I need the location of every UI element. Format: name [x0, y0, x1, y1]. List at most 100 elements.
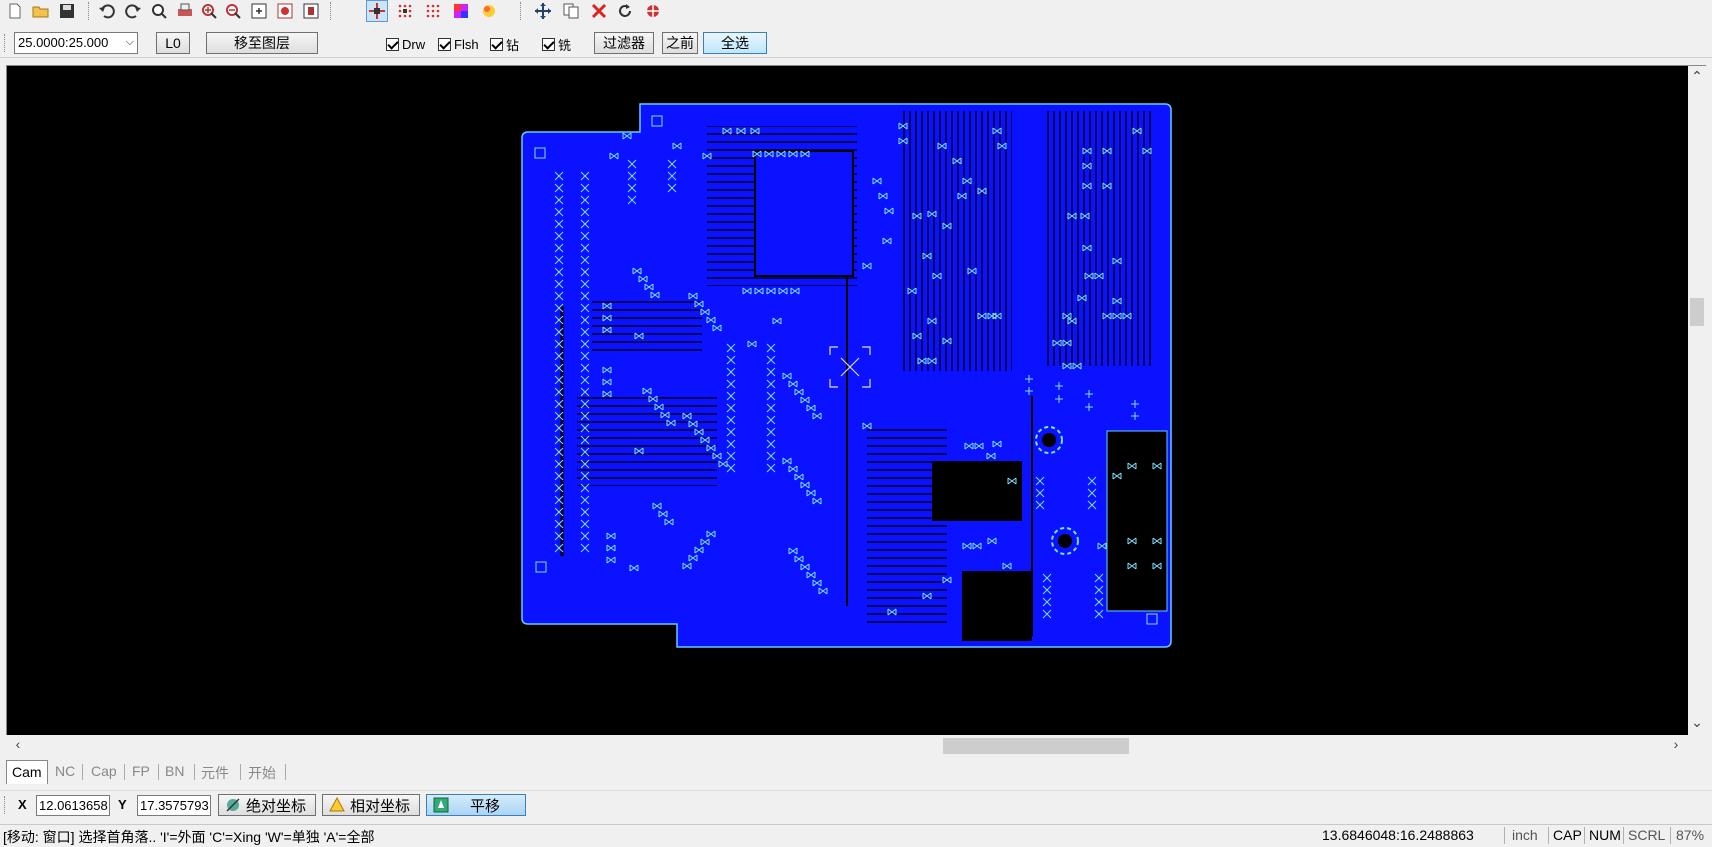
checkbox-box: [386, 37, 399, 51]
layers-icon[interactable]: [478, 0, 500, 22]
snap-icon[interactable]: [366, 0, 388, 22]
ground-pour: [932, 461, 1022, 521]
tab-components[interactable]: 元件: [196, 760, 234, 784]
save-icon[interactable]: [56, 0, 78, 22]
copy-icon[interactable]: [560, 0, 582, 22]
tab-nc[interactable]: NC: [50, 760, 80, 784]
coordinate-toolbar: X 12.0613658 Y 17.3575793 绝对坐标 相对坐标 平移: [0, 790, 1712, 818]
zoom-next-icon[interactable]: [300, 0, 322, 22]
vertical-scroll-thumb[interactable]: [1690, 298, 1704, 326]
delete-icon[interactable]: [588, 0, 610, 22]
toolbar-separator: [520, 2, 524, 20]
x-coordinate-input[interactable]: 12.0613658: [36, 795, 110, 816]
horizontal-scroll-thumb[interactable]: [943, 738, 1129, 754]
zoom-window-icon[interactable]: [148, 0, 170, 22]
flash-checkbox[interactable]: Flsh: [438, 34, 479, 54]
tab-cap[interactable]: Cap: [86, 760, 122, 784]
relative-coordinates-label: 相对坐标: [350, 797, 411, 815]
toolbar-separator: [330, 2, 334, 20]
checkbox-box: [542, 37, 555, 51]
status-separator: [1670, 827, 1671, 844]
status-separator: [1623, 827, 1624, 844]
new-file-icon[interactable]: [4, 0, 26, 22]
ground-pour: [962, 571, 1032, 641]
horizontal-scrollbar[interactable]: ‹ ›: [7, 735, 1688, 755]
rotate-icon[interactable]: [614, 0, 636, 22]
scroll-up-icon[interactable]: ⌃: [1688, 68, 1706, 85]
tab-separator: [285, 764, 286, 780]
tab-separator: [158, 764, 159, 780]
absolute-coord-icon: [226, 798, 240, 812]
draw-checkbox[interactable]: Drw: [386, 34, 425, 54]
draw-checkbox-label: Drw: [402, 36, 426, 52]
scale-combobox[interactable]: 25.0000:25.000 ⌵: [14, 32, 138, 54]
zoom-prev-icon[interactable]: [274, 0, 296, 22]
color-icon[interactable]: [450, 0, 472, 22]
mirror-icon[interactable]: [642, 0, 664, 22]
previous-button[interactable]: 之前: [662, 32, 698, 54]
num-lock-indicator: NUM: [1589, 827, 1621, 843]
status-bar: [移动: 窗口] 选择首角落.. 'I'=外面 'C'=Xing 'W'=单独 …: [0, 824, 1712, 845]
toolbar-grip: [4, 34, 8, 52]
status-message: [移动: 窗口] 选择首角落.. 'I'=外面 'C'=Xing 'W'=单独 …: [3, 829, 375, 845]
tab-fp[interactable]: FP: [127, 760, 155, 784]
undo-icon[interactable]: [96, 0, 118, 22]
vertical-scrollbar[interactable]: ⌃ ⌄: [1688, 66, 1706, 735]
absolute-coordinates-button[interactable]: 绝对坐标: [218, 794, 316, 816]
tab-separator: [82, 764, 83, 780]
move-icon[interactable]: [532, 0, 554, 22]
open-folder-icon[interactable]: [30, 0, 52, 22]
scroll-down-icon[interactable]: ⌄: [1688, 714, 1706, 731]
status-separator: [1548, 827, 1549, 844]
layer-button[interactable]: L0: [156, 32, 190, 54]
caps-lock-indicator: CAP: [1553, 827, 1582, 843]
zoom-indicator: 87%: [1676, 827, 1705, 843]
y-label: Y: [118, 797, 127, 812]
mill-checkbox[interactable]: 铣: [542, 34, 571, 54]
pan-button[interactable]: 平移: [426, 794, 526, 816]
chevron-down-icon: ⌵: [125, 36, 134, 48]
zoom-fit-icon[interactable]: [248, 0, 270, 22]
pcb-canvas[interactable]: [7, 66, 1688, 735]
status-separator: [1584, 827, 1585, 844]
ground-pour: [1106, 430, 1168, 612]
move-to-layer-button[interactable]: 移至图层: [206, 32, 318, 54]
mill-checkbox-label: 铣: [558, 37, 572, 53]
checkbox-box: [490, 37, 503, 51]
unit-indicator: inch: [1512, 827, 1538, 843]
zoom-in-icon[interactable]: [198, 0, 220, 22]
status-separator: [1504, 827, 1505, 844]
drill-checkbox[interactable]: 钻: [490, 34, 519, 54]
y-coordinate-input[interactable]: 17.3575793: [137, 795, 211, 816]
ic-footprint: [754, 150, 854, 277]
drill-checkbox-label: 钻: [506, 37, 520, 53]
tab-separator: [124, 764, 125, 780]
grid-icon[interactable]: [394, 0, 416, 22]
tab-cam[interactable]: Cam: [6, 760, 48, 784]
tab-bn[interactable]: BN: [160, 760, 189, 784]
tab-separator: [194, 764, 195, 780]
select-all-button[interactable]: 全选: [703, 32, 767, 54]
pan-icon: [433, 797, 449, 813]
grid-dots-icon[interactable]: [422, 0, 444, 22]
toolbar-separator: [88, 2, 92, 20]
tab-start[interactable]: 开始: [243, 760, 281, 784]
trace-area: [867, 426, 947, 626]
tab-separator: [240, 764, 241, 780]
edit-toolbar: 25.0000:25.000 ⌵ L0 移至图层 Drw Flsh 钻 铣 过滤…: [0, 28, 1712, 58]
print-icon[interactable]: [174, 0, 196, 22]
relative-coordinates-button[interactable]: 相对坐标: [322, 794, 420, 816]
pcb-view: [521, 103, 1172, 648]
relative-coord-icon: [329, 796, 345, 812]
scroll-lock-indicator: SCRL: [1628, 827, 1666, 843]
zoom-out-icon[interactable]: [222, 0, 244, 22]
trace-area: [902, 111, 1012, 371]
redo-icon[interactable]: [122, 0, 144, 22]
pan-label: 平移: [470, 797, 501, 815]
x-label: X: [18, 797, 27, 812]
scale-value: 25.0000:25.000: [18, 35, 109, 50]
scroll-left-icon[interactable]: ‹: [9, 736, 27, 752]
filter-button[interactable]: 过滤器: [594, 32, 654, 54]
scroll-right-icon[interactable]: ›: [1667, 736, 1685, 752]
mode-tabs: Cam NC Cap FP BN 元件 开始: [0, 760, 1712, 784]
